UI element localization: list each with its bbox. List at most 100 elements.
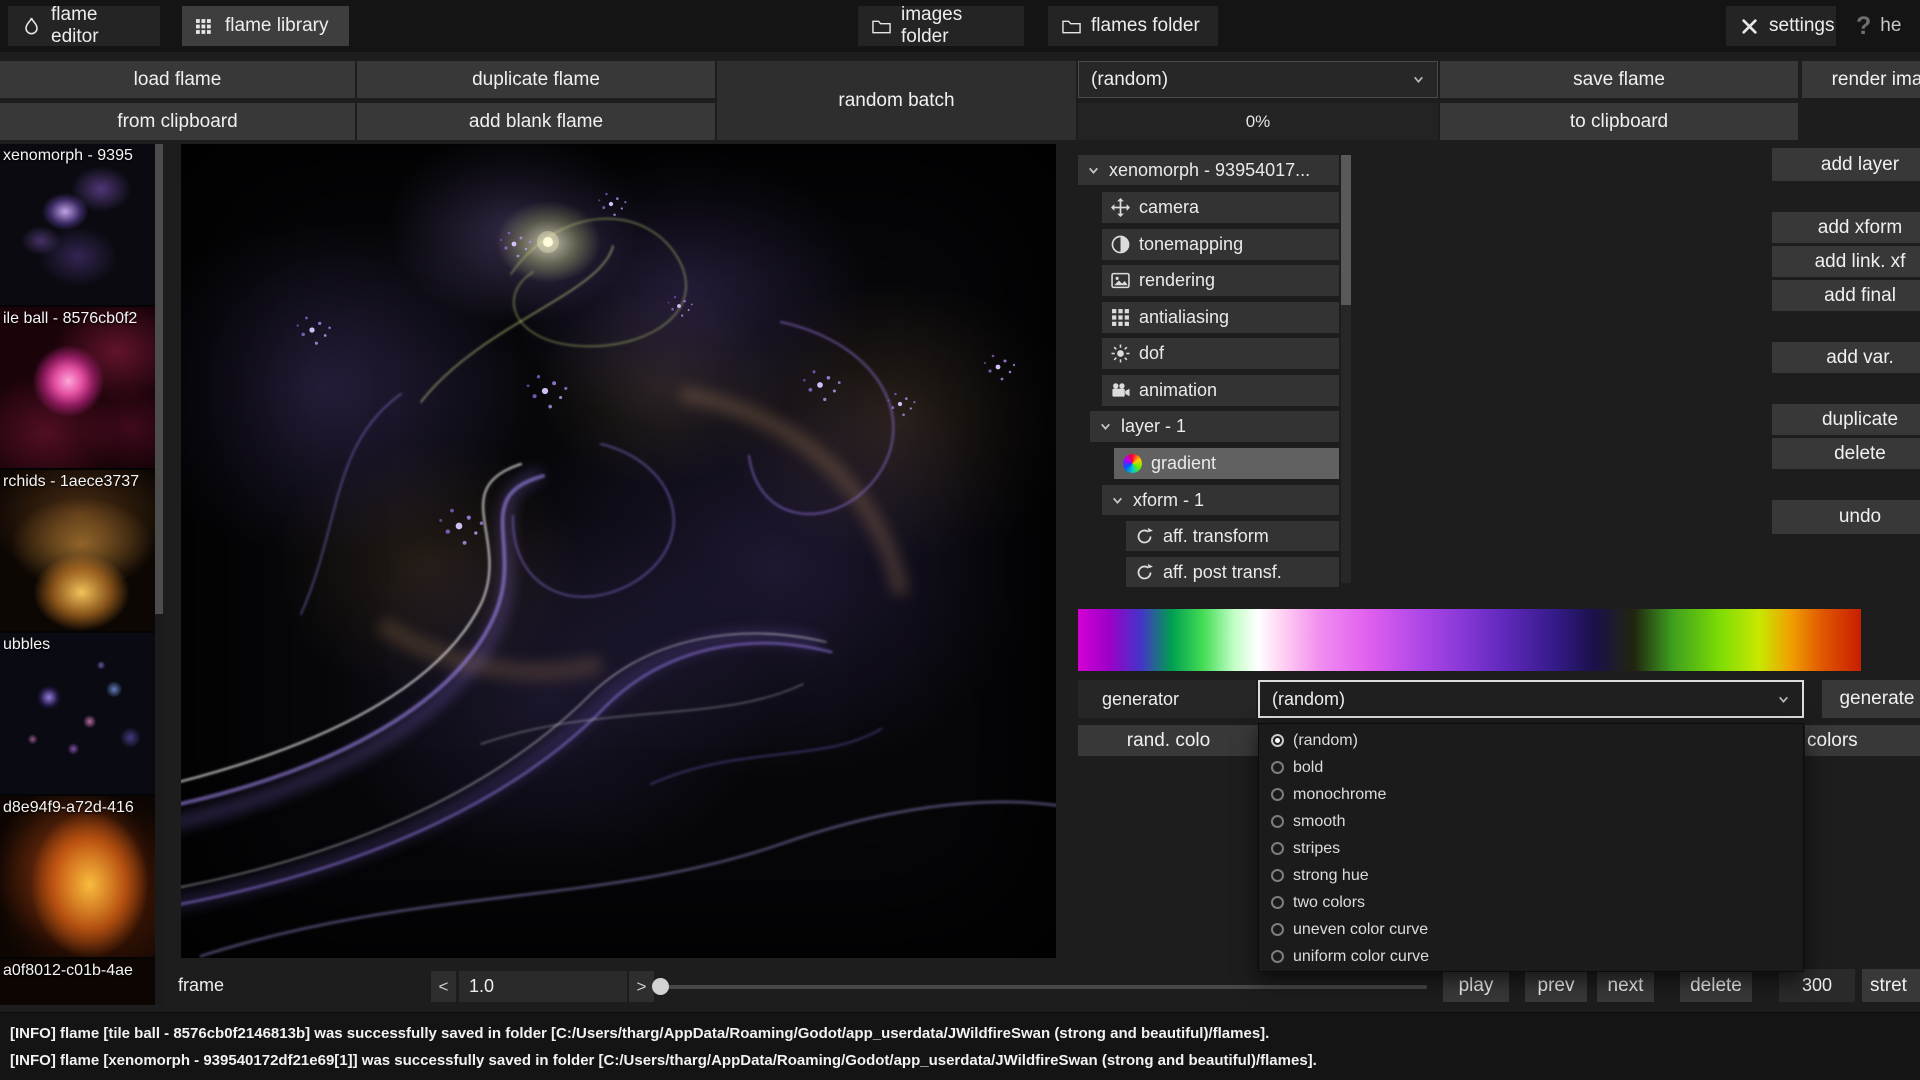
dropdown-option-uniform-color-curve[interactable]: uniform color curve <box>1259 943 1803 970</box>
tree-item-rendering[interactable]: rendering <box>1102 265 1339 296</box>
duplicate-button[interactable]: duplicate <box>1772 404 1920 435</box>
timeline-slider[interactable] <box>655 985 1427 989</box>
library-item-label: rchids - 1aece3737 <box>3 473 139 491</box>
add-layer-button[interactable]: add layer <box>1772 148 1920 181</box>
settings-label: settings <box>1769 15 1834 37</box>
random-generator-value: (random) <box>1091 69 1168 91</box>
prev-button[interactable]: prev <box>1525 969 1587 1002</box>
help-label: he <box>1880 15 1901 37</box>
question-icon: ? <box>1856 12 1871 41</box>
gradient-generator-select[interactable]: (random) <box>1258 680 1804 718</box>
library-item[interactable]: ubbles <box>0 633 163 794</box>
dropdown-option-strong-hue[interactable]: strong hue <box>1259 862 1803 889</box>
load-flame-button[interactable]: load flame <box>0 61 355 98</box>
delete-frame-button[interactable]: delete <box>1680 969 1752 1002</box>
delete-xform-button[interactable]: delete <box>1772 438 1920 469</box>
add-variation-button[interactable]: add var. <box>1772 342 1920 373</box>
from-clipboard-button[interactable]: from clipboard <box>0 103 355 140</box>
flame-library-tab[interactable]: flame library <box>182 6 349 46</box>
add-final-button[interactable]: add final <box>1772 280 1920 311</box>
help-button[interactable]: ? he <box>1856 6 1901 46</box>
log-line: [INFO] flame [tile ball - 8576cb0f214681… <box>10 1020 1910 1047</box>
dropdown-option-uneven-color-curve[interactable]: uneven color curve <box>1259 916 1803 943</box>
to-clipboard-button[interactable]: to clipboard <box>1440 103 1798 140</box>
frame-increment-button[interactable]: > <box>629 971 654 1002</box>
library-item[interactable]: a0f8012-c01b-4ae <box>0 959 163 1005</box>
flames-folder-button[interactable]: flames folder <box>1048 6 1218 46</box>
colors-button[interactable]: colors <box>1805 725 1920 756</box>
frame-decrement-button[interactable]: < <box>431 971 456 1002</box>
images-folder-button[interactable]: images folder <box>858 6 1024 46</box>
tree-item-tonemapping[interactable]: tonemapping <box>1102 229 1339 260</box>
tree-item-antialiasing[interactable]: antialiasing <box>1102 302 1339 333</box>
add-linked-xform-button[interactable]: add link. xf <box>1772 246 1920 277</box>
add-blank-flame-button[interactable]: add blank flame <box>357 103 715 140</box>
library-item[interactable]: d8e94f9-a72d-416 <box>0 796 163 957</box>
radio-selected-icon <box>1271 734 1284 747</box>
tree-item-dof[interactable]: dof <box>1102 338 1339 369</box>
flame-editor-tab[interactable]: flame editor <box>8 6 160 46</box>
flame-library-list: xenomorph - 9395 ile ball - 8576cb0f2 rc… <box>0 144 163 1005</box>
tree-scrollbar[interactable] <box>1341 155 1351 583</box>
render-image-button[interactable]: render ima <box>1802 61 1920 98</box>
option-label: strong hue <box>1293 867 1369 885</box>
tree-item-label: animation <box>1139 380 1217 401</box>
rotate-icon <box>1135 527 1154 546</box>
random-batch-label: random batch <box>838 90 954 112</box>
add-xform-button[interactable]: add xform <box>1772 212 1920 243</box>
random-colors-button[interactable]: rand. colo <box>1078 725 1259 756</box>
next-label: next <box>1608 975 1644 997</box>
tree-root-row[interactable]: xenomorph - 93954017... <box>1078 155 1339 185</box>
undo-button[interactable]: undo <box>1772 500 1920 534</box>
batch-progress: 0% <box>1078 103 1438 140</box>
radio-icon <box>1271 950 1284 963</box>
next-button[interactable]: next <box>1597 969 1654 1002</box>
radio-icon <box>1271 788 1284 801</box>
gradient-bar[interactable] <box>1078 609 1861 671</box>
library-scrollbar[interactable] <box>155 144 163 1005</box>
tree-item-camera[interactable]: camera <box>1102 192 1339 223</box>
dropdown-option-two-colors[interactable]: two colors <box>1259 889 1803 916</box>
option-label: uneven color curve <box>1293 921 1428 939</box>
random-batch-button[interactable]: random batch <box>717 61 1076 140</box>
radio-icon <box>1271 923 1284 936</box>
dropdown-option-random[interactable]: (random) <box>1259 727 1803 754</box>
tree-item-xform[interactable]: xform - 1 <box>1102 485 1339 515</box>
generate-button[interactable]: generate <box>1822 680 1920 718</box>
duplicate-flame-button[interactable]: duplicate flame <box>357 61 715 98</box>
library-item[interactable]: xenomorph - 9395 <box>0 144 163 305</box>
play-label: play <box>1459 975 1494 997</box>
tree-item-animation[interactable]: animation <box>1102 375 1339 406</box>
colors-button-label: colors <box>1807 730 1858 752</box>
frame-count-input[interactable] <box>1779 969 1855 1002</box>
frame-value-input[interactable] <box>459 971 627 1002</box>
random-generator-select[interactable]: (random) <box>1078 61 1438 98</box>
log-panel: [INFO] flame [tile ball - 8576cb0f214681… <box>0 1012 1920 1080</box>
tree-item-aff-post-transform[interactable]: aff. post transf. <box>1126 557 1339 587</box>
tree-item-layer[interactable]: layer - 1 <box>1090 411 1339 442</box>
flame-preview[interactable] <box>181 144 1056 958</box>
library-item-label: d8e94f9-a72d-416 <box>3 799 134 817</box>
option-label: (random) <box>1293 732 1358 750</box>
images-folder-label: images folder <box>901 4 1010 48</box>
dropdown-option-bold[interactable]: bold <box>1259 754 1803 781</box>
save-flame-button[interactable]: save flame <box>1440 61 1798 98</box>
stretch-label: stret <box>1870 975 1907 997</box>
tree-item-gradient[interactable]: gradient <box>1114 448 1339 479</box>
library-item[interactable]: ile ball - 8576cb0f2 <box>0 307 163 468</box>
dropdown-option-stripes[interactable]: stripes <box>1259 835 1803 862</box>
dropdown-option-monochrome[interactable]: monochrome <box>1259 781 1803 808</box>
play-button[interactable]: play <box>1443 969 1509 1002</box>
library-item[interactable]: rchids - 1aece3737 <box>0 470 163 631</box>
tree-item-aff-transform[interactable]: aff. transform <box>1126 521 1339 551</box>
tree-item-label: dof <box>1139 343 1164 364</box>
frame-decrement-label: < <box>439 977 449 997</box>
stretch-button[interactable]: stret <box>1862 969 1920 1002</box>
render-image-label: render ima <box>1832 69 1920 91</box>
timeline-handle[interactable] <box>652 978 669 995</box>
dropdown-option-smooth[interactable]: smooth <box>1259 808 1803 835</box>
library-scrollbar-thumb[interactable] <box>155 144 163 614</box>
add-variation-label: add var. <box>1826 347 1894 369</box>
tree-scrollbar-thumb[interactable] <box>1341 155 1351 305</box>
settings-button[interactable]: settings <box>1726 6 1836 46</box>
